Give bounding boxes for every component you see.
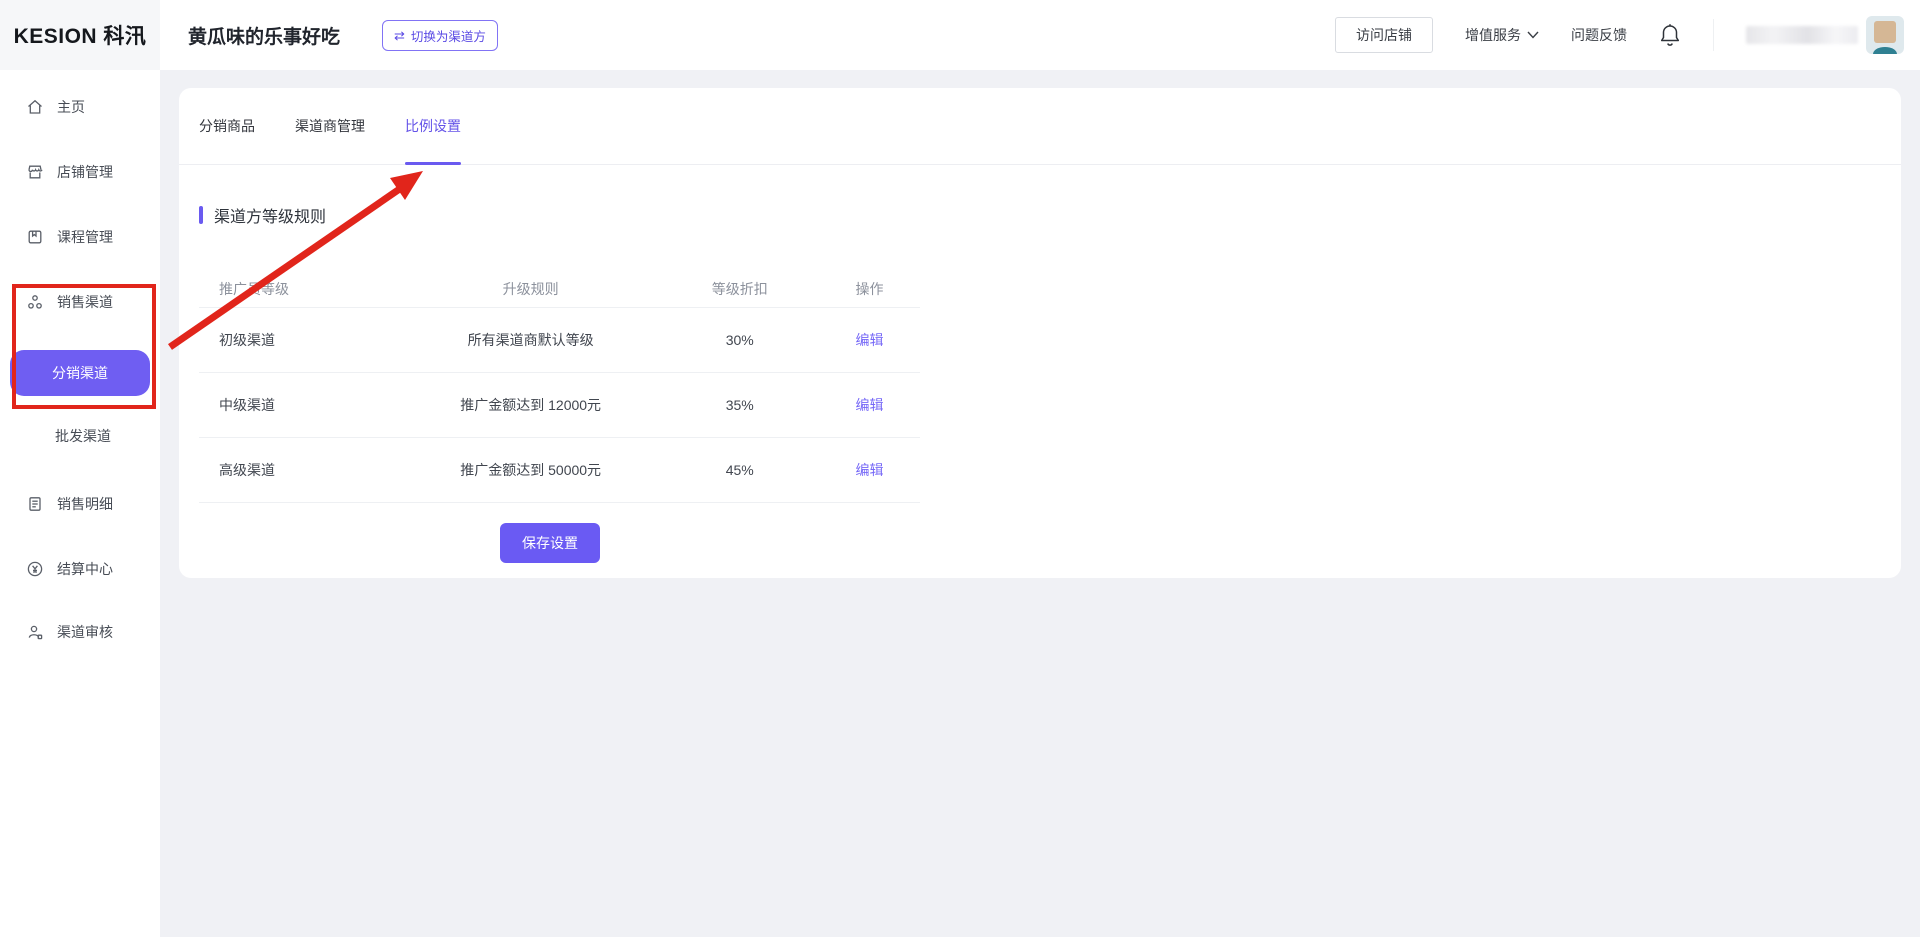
- cell-discount: 35%: [660, 397, 819, 413]
- value-added-label: 增值服务: [1465, 25, 1521, 45]
- tab-bar: 分销商品 渠道商管理 比例设置: [179, 88, 1901, 165]
- table-row: 初级渠道 所有渠道商默认等级 30% 编辑: [199, 308, 920, 373]
- save-settings-button[interactable]: 保存设置: [500, 523, 600, 563]
- sidebar-item-label: 分销渠道: [52, 363, 108, 383]
- store-icon: [26, 163, 44, 181]
- level-rules-table: 推广员等级 升级规则 等级折扣 操作 初级渠道 所有渠道商默认等级 30% 编辑…: [199, 270, 920, 503]
- sidebar-item-shop-manage[interactable]: 店铺管理: [26, 160, 113, 184]
- tab-label: 分销商品: [199, 116, 255, 136]
- cell-discount: 45%: [660, 462, 819, 478]
- tab-label: 比例设置: [405, 116, 461, 136]
- sidebar-item-settlement-center[interactable]: 结算中心: [26, 557, 113, 581]
- tab-distribution-goods[interactable]: 分销商品: [199, 88, 255, 164]
- sales-detail-icon: [26, 495, 44, 513]
- sidebar-item-distribution-channel-active[interactable]: 分销渠道: [10, 350, 150, 396]
- avatar[interactable]: [1866, 16, 1904, 54]
- col-header-action: 操作: [819, 279, 920, 299]
- sidebar-item-channel-audit[interactable]: 渠道审核: [26, 620, 113, 644]
- section-title: 渠道方等级规则: [199, 203, 326, 227]
- app-logo: KESION 科汛: [0, 0, 160, 70]
- content-card: 分销商品 渠道商管理 比例设置 渠道方等级规则 推广员等级 升级规则 等级折扣 …: [179, 88, 1901, 578]
- edit-link[interactable]: 编辑: [856, 332, 884, 348]
- sidebar-item-label: 批发渠道: [55, 426, 111, 446]
- header-divider: [1713, 19, 1714, 51]
- sidebar-item-label: 店铺管理: [57, 162, 113, 182]
- audit-icon: [26, 623, 44, 641]
- sidebar-item-sales-detail[interactable]: 销售明细: [26, 492, 113, 516]
- table-header-row: 推广员等级 升级规则 等级折扣 操作: [199, 270, 920, 308]
- sidebar-item-label: 课程管理: [57, 227, 113, 247]
- col-header-discount: 等级折扣: [660, 279, 819, 299]
- feedback-link[interactable]: 问题反馈: [1571, 25, 1627, 45]
- top-header: KESION 科汛 黄瓜味的乐事好吃 ⇄ 切换为渠道方 访问店铺 增值服务 问题…: [0, 0, 1920, 70]
- chevron-down-icon: [1527, 31, 1539, 39]
- user-account[interactable]: [1746, 16, 1904, 54]
- switch-role-button[interactable]: ⇄ 切换为渠道方: [382, 20, 498, 51]
- cell-rule: 推广金额达到 50000元: [401, 460, 661, 480]
- cell-rule: 所有渠道商默认等级: [401, 330, 661, 350]
- table-row: 高级渠道 推广金额达到 50000元 45% 编辑: [199, 438, 920, 503]
- sidebar-item-label: 销售明细: [57, 494, 113, 514]
- sidebar-item-label: 主页: [57, 97, 85, 117]
- home-icon: [26, 98, 44, 116]
- cell-discount: 30%: [660, 332, 819, 348]
- section-accent-bar: [199, 206, 203, 224]
- notification-bell-icon[interactable]: [1659, 23, 1681, 47]
- col-header-level: 推广员等级: [199, 279, 401, 299]
- username-blurred: [1746, 26, 1858, 44]
- table-row: 中级渠道 推广金额达到 12000元 35% 编辑: [199, 373, 920, 438]
- course-icon: [26, 228, 44, 246]
- cell-rule: 推广金额达到 12000元: [401, 395, 661, 415]
- edit-link[interactable]: 编辑: [856, 462, 884, 478]
- settlement-icon: [26, 560, 44, 578]
- store-name: 黄瓜味的乐事好吃: [188, 22, 340, 49]
- edit-link[interactable]: 编辑: [856, 397, 884, 413]
- section-title-text: 渠道方等级规则: [214, 203, 326, 227]
- channels-icon: [26, 293, 44, 311]
- switch-role-label: 切换为渠道方: [411, 26, 486, 45]
- sidebar-item-label: 渠道审核: [57, 622, 113, 642]
- tab-ratio-settings[interactable]: 比例设置: [405, 88, 461, 164]
- sidebar-item-label: 销售渠道: [57, 292, 113, 312]
- sidebar-item-label: 结算中心: [57, 559, 113, 579]
- tab-label: 渠道商管理: [295, 116, 365, 136]
- visit-store-button[interactable]: 访问店铺: [1335, 17, 1433, 53]
- sidebar-item-wholesale-channel[interactable]: 批发渠道: [55, 424, 111, 448]
- tab-channel-merchant-manage[interactable]: 渠道商管理: [295, 88, 365, 164]
- cell-level: 高级渠道: [199, 460, 401, 480]
- sidebar-item-sales-channels[interactable]: 销售渠道: [26, 290, 113, 314]
- sidebar-item-home[interactable]: 主页: [26, 95, 85, 119]
- sidebar-item-course-manage[interactable]: 课程管理: [26, 225, 113, 249]
- swap-arrows-icon: ⇄: [394, 29, 405, 42]
- cell-level: 中级渠道: [199, 395, 401, 415]
- cell-level: 初级渠道: [199, 330, 401, 350]
- value-added-services-menu[interactable]: 增值服务: [1465, 25, 1539, 45]
- col-header-rule: 升级规则: [401, 279, 661, 299]
- sidebar-nav: 主页 店铺管理 课程管理 销售渠道 分销渠道 批发渠道 销售明细 结算中心: [0, 70, 160, 937]
